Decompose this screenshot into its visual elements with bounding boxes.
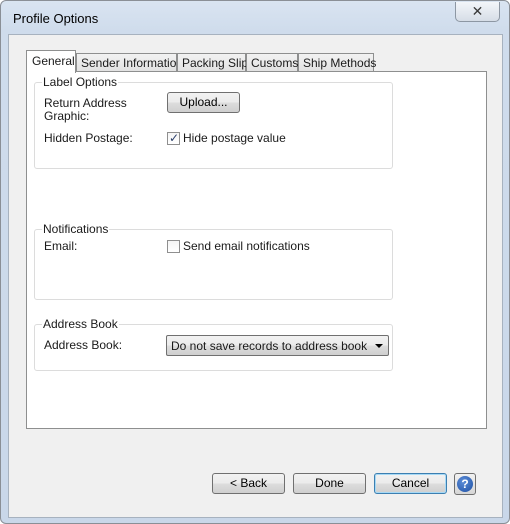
group-label: Address Book — [42, 317, 119, 331]
tab-label: Customs — [251, 56, 299, 70]
tab-ship-methods[interactable]: Ship Methods — [298, 53, 377, 72]
tab-label: General — [32, 54, 75, 68]
hide-postage-checkbox[interactable]: ✓ — [167, 131, 180, 145]
upload-button[interactable]: Upload... — [167, 92, 240, 113]
hidden-postage-label: Hidden Postage: — [44, 131, 133, 145]
return-address-label-line2: Graphic: — [44, 109, 90, 123]
help-icon: ? — [457, 476, 473, 492]
profile-options-window: Profile Options ✕ General Sender Informa… — [0, 0, 510, 524]
address-book-group: Address Book Address Book: Do not save r… — [34, 317, 393, 371]
close-button[interactable]: ✕ — [455, 2, 500, 22]
cancel-button[interactable]: Cancel — [374, 473, 447, 494]
address-book-select[interactable]: Do not save records to address book — [166, 335, 389, 356]
send-email-label: Send email notifications — [183, 239, 310, 253]
close-icon: ✕ — [471, 3, 484, 19]
group-label: Notifications — [42, 222, 110, 236]
help-button[interactable]: ? — [454, 473, 476, 495]
back-button[interactable]: < Back — [212, 473, 285, 494]
tab-label: Packing Slip — [182, 56, 249, 70]
tab-packing-slip[interactable]: Packing Slip — [177, 53, 249, 72]
address-book-select-value: Do not save records to address book — [171, 339, 368, 353]
tab-customs[interactable]: Customs — [246, 53, 298, 72]
dialog-client-area: General Sender Information Packing Slip … — [8, 34, 503, 518]
done-button[interactable]: Done — [293, 473, 366, 494]
send-email-checkbox[interactable] — [167, 240, 180, 253]
tab-label: Sender Information — [81, 56, 184, 70]
group-label: Label Options — [42, 75, 119, 89]
general-tab-panel: Label Options Return Address Graphic: Up… — [26, 71, 487, 429]
tab-general[interactable]: General — [26, 50, 76, 73]
tab-label: Ship Methods — [303, 56, 377, 70]
email-label: Email: — [44, 239, 78, 253]
chevron-down-icon — [375, 344, 383, 348]
title-bar: Profile Options ✕ — [1, 1, 509, 35]
label-options-group: Label Options Return Address Graphic: Up… — [34, 75, 393, 169]
tab-sender-information[interactable]: Sender Information — [76, 53, 183, 72]
window-title: Profile Options — [13, 11, 99, 26]
hide-postage-label: Hide postage value — [183, 131, 286, 145]
checkmark-icon: ✓ — [169, 131, 180, 145]
address-book-label: Address Book: — [44, 338, 123, 352]
notifications-group: Notifications Email: Send email notifica… — [34, 222, 393, 300]
